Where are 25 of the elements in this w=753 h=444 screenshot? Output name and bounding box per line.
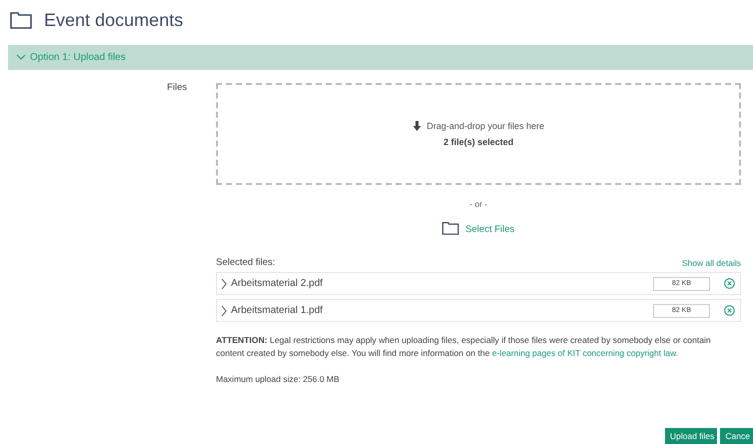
selected-files-label: Selected files: bbox=[216, 257, 276, 268]
folder-icon bbox=[442, 221, 460, 235]
select-files-link[interactable]: Select Files bbox=[442, 221, 515, 235]
or-separator: - or - bbox=[470, 199, 488, 209]
page-title: Event documents bbox=[44, 10, 184, 30]
drop-hint: Drag-and-drop your files here bbox=[426, 121, 544, 131]
max-upload-size: Maximum upload size: 256.0 MB bbox=[216, 374, 340, 384]
upload-button[interactable]: Upload files bbox=[665, 428, 718, 444]
file-name: Arbeitsmaterial 2.pdf bbox=[231, 278, 324, 289]
show-details-link[interactable]: Show all details bbox=[682, 258, 741, 268]
chevron-icon[interactable] bbox=[221, 278, 227, 290]
remove-icon[interactable] bbox=[724, 278, 735, 289]
drop-zone[interactable]: Drag-and-drop your files here 2 file(s) selected bbox=[216, 83, 741, 185]
section-header[interactable]: Option 1: Upload files bbox=[8, 45, 753, 70]
cancel-button[interactable]: Cance bbox=[720, 428, 753, 444]
remove-icon[interactable] bbox=[724, 305, 735, 316]
file-name: Arbeitsmaterial 1.pdf bbox=[231, 305, 324, 316]
folder-icon bbox=[10, 11, 32, 29]
attention-note: ATTENTION: Legal restrictions may apply when uploading files, especially if those files were created by somebody else or contain content created by somebody else. You will find more information on the e-learning pages of KIT concerning copyright law. bbox=[216, 334, 712, 359]
chevron-icon bbox=[16, 54, 26, 61]
copyright-link[interactable]: e-learning pages of KIT concerning copyright law. bbox=[492, 348, 678, 358]
files-label: Files bbox=[166, 82, 187, 95]
selection-status: 2 file(s) selected bbox=[443, 137, 514, 147]
chevron-icon[interactable] bbox=[221, 304, 227, 316]
download-arrow-icon bbox=[412, 121, 421, 131]
